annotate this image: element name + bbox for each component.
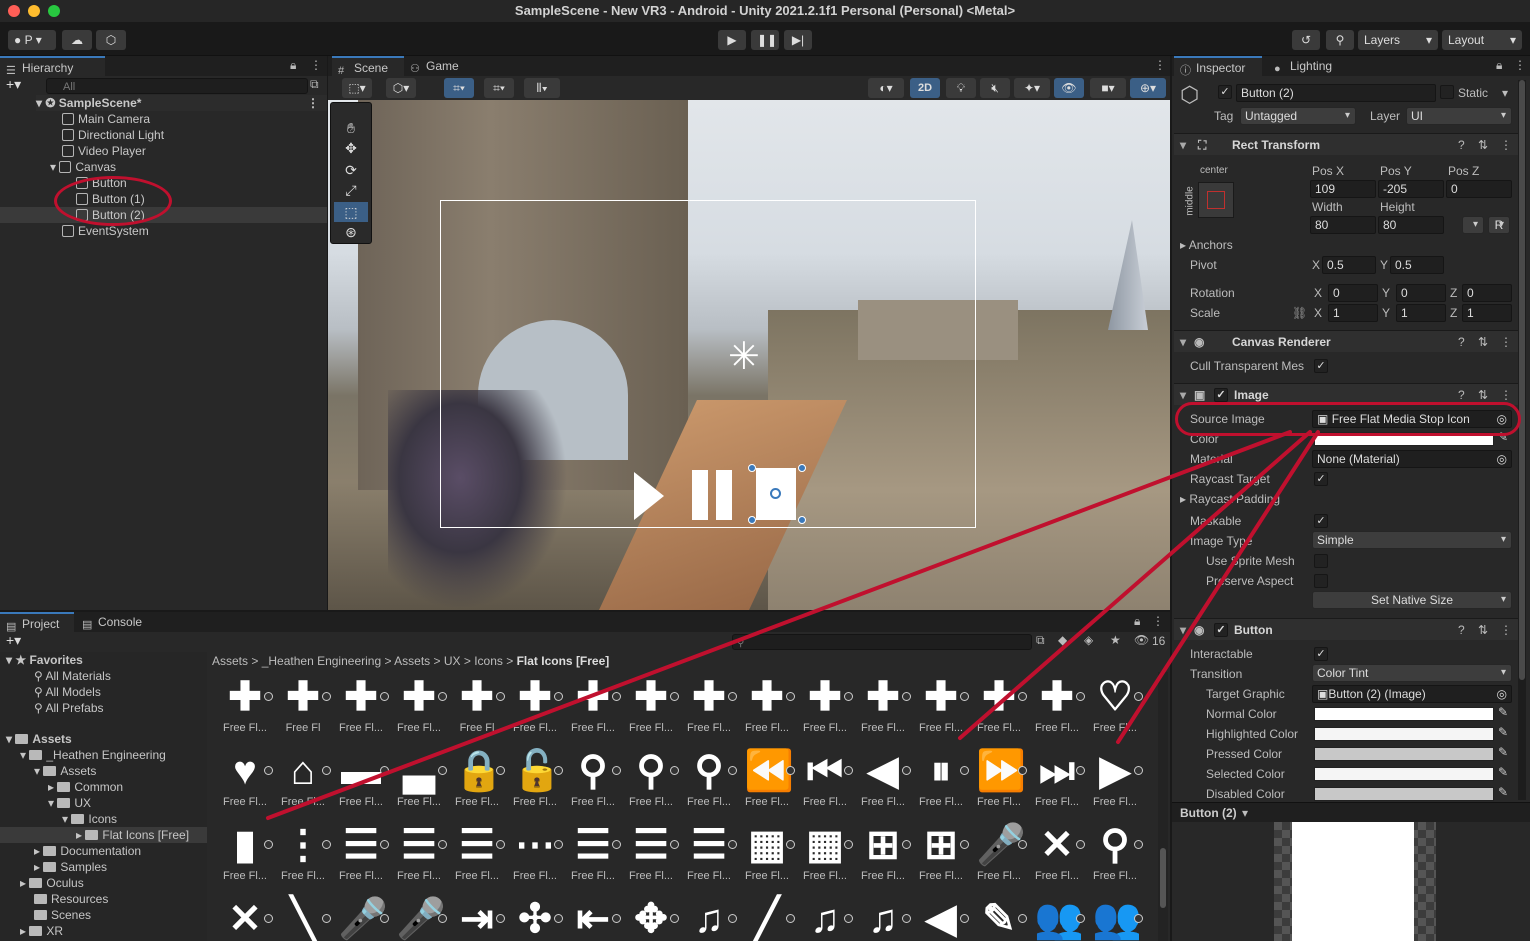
annotation-arrow-pause bbox=[958, 430, 1312, 740]
annotation-arrow-play bbox=[1116, 430, 1320, 744]
annotation-arrow-stop bbox=[266, 430, 1292, 820]
annotation-arrows bbox=[266, 430, 1320, 820]
